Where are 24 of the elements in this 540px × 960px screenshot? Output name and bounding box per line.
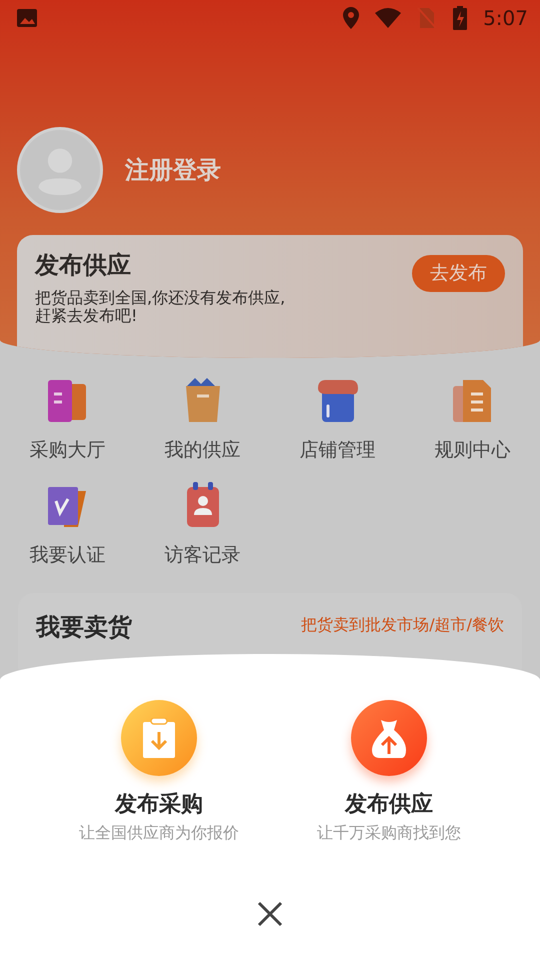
wifi-icon bbox=[375, 8, 402, 28]
card-description: 把货品卖到全国,你还没有发布供应, 赶紧去发布吧! bbox=[35, 289, 286, 326]
menu-item[interactable]: 我的供应 bbox=[164, 436, 240, 464]
publish-option-button[interactable] bbox=[351, 700, 427, 776]
clipboard-download-icon bbox=[141, 718, 177, 758]
close-icon bbox=[257, 901, 283, 927]
menu-item[interactable]: 访客记录 bbox=[164, 540, 240, 569]
menu-item[interactable]: 我要认证 bbox=[30, 540, 106, 569]
option-subtitle: 让千万采购商找到您 bbox=[317, 822, 461, 844]
menu-item[interactable]: 店铺管理 bbox=[300, 436, 376, 464]
option-title: 发布供应 bbox=[345, 790, 433, 819]
location-icon bbox=[343, 7, 360, 29]
login-link[interactable]: 注册登录 bbox=[125, 152, 221, 188]
image-icon bbox=[16, 8, 38, 28]
card-title: 我要卖货 bbox=[36, 612, 132, 643]
menu-item[interactable]: 采购大厅 bbox=[30, 436, 106, 464]
battery-charging-icon bbox=[453, 6, 468, 30]
publish-option-button[interactable] bbox=[121, 700, 197, 776]
menu-item[interactable]: 规则中心 bbox=[434, 436, 510, 464]
option-subtitle: 让全国供应商为你报价 bbox=[79, 822, 239, 844]
card-title: 发布供应 bbox=[35, 250, 132, 281]
status-time: 5:07 bbox=[483, 5, 528, 32]
option-title: 发布采购 bbox=[115, 791, 203, 819]
money-bag-upload-icon bbox=[371, 718, 407, 758]
